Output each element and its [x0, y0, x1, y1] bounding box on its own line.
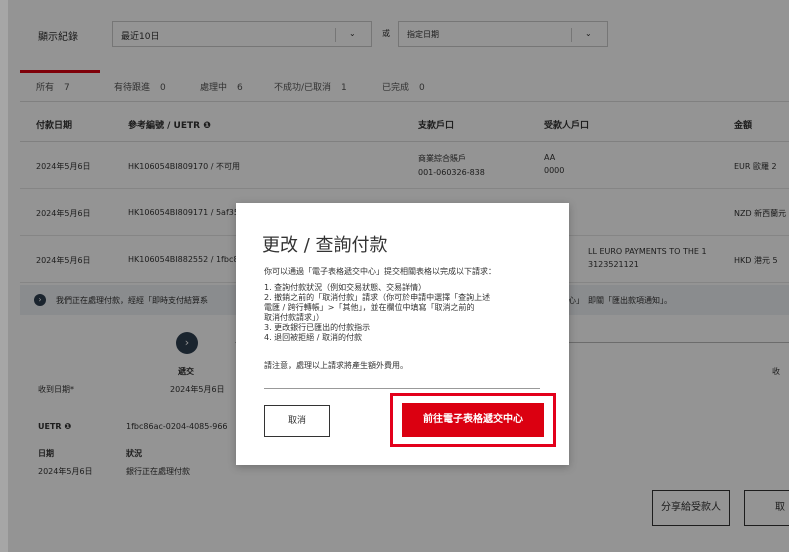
dialog-divider [264, 388, 540, 389]
list-item: 1. 查詢付款狀況（例如交易狀態、交易詳情） [264, 283, 427, 292]
list-item: 電匯 / 跨行轉帳」>「其他」，並在欄位中填寫「取消之前的 [264, 303, 475, 312]
list-item: 2. 撤銷之前的「取消付款」請求（你可於申請中選擇「查詢上述 [264, 293, 491, 302]
dialog-title: 更改 / 查詢付款 [262, 235, 388, 256]
list-item: 取消付款請求」） [264, 313, 324, 322]
dialog-intro: 你可以通過「電子表格遞交中心」提交相關表格以完成以下請求： [264, 267, 496, 276]
list-item: 3. 更改銀行已匯出的付款指示 [264, 323, 371, 332]
go-to-eform-center-button[interactable]: 前往電子表格遞交中心 [402, 403, 544, 437]
fee-note: 請注意，處理以上請求將產生額外費用。 [264, 361, 408, 370]
payment-records-page: 顯示紀錄 最近10日 ⌄ 或 指定日期 ⌄ 所有 7 有待跟進 0 處理中 6 不成功… [0, 0, 789, 552]
request-list: 1. 查詢付款狀況（例如交易狀態、交易詳情） 2. 撤銷之前的「取消付款」請求（… [264, 283, 554, 343]
list-item: 4. 退回被拒絕 / 取消的付款 [264, 333, 362, 342]
left-frame [0, 0, 8, 552]
cancel-button[interactable]: 取消 [264, 405, 330, 437]
amend-enquire-payment-dialog: 更改 / 查詢付款 你可以通過「電子表格遞交中心」提交相關表格以完成以下請求： … [236, 203, 569, 465]
